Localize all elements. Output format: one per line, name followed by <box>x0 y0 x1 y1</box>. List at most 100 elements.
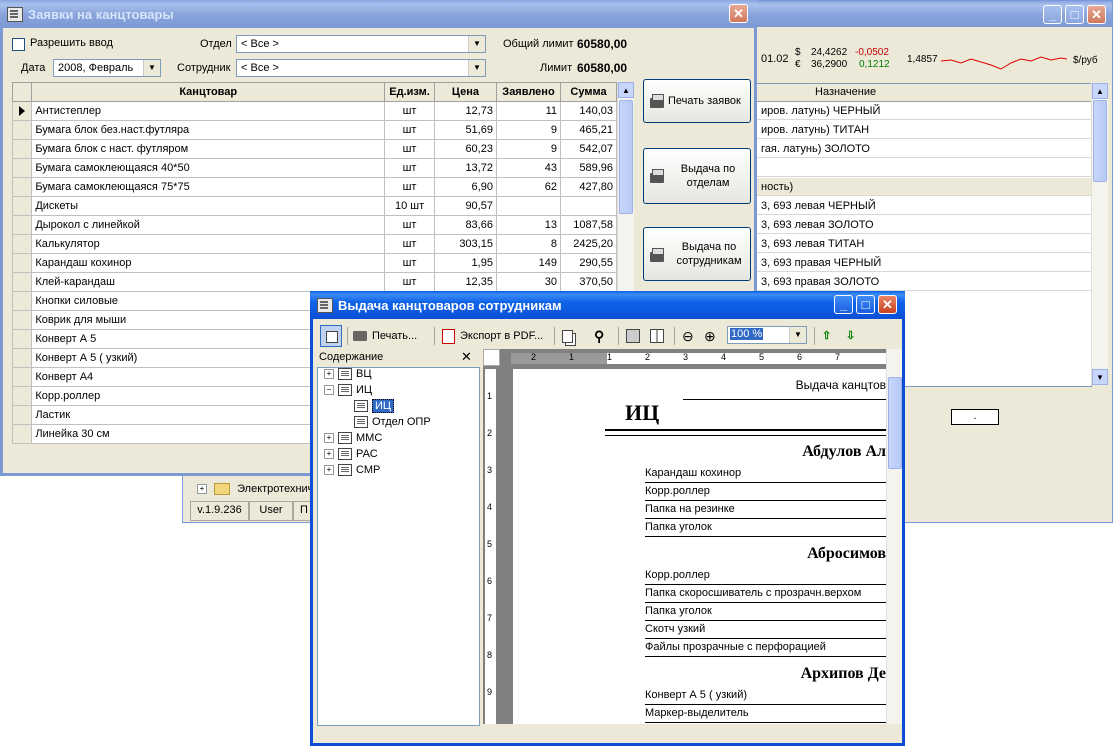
cell-sum[interactable]: 589,96 <box>560 158 617 178</box>
cell-price[interactable]: 12,73 <box>433 101 497 121</box>
cell-sum[interactable] <box>560 196 617 216</box>
issue-by-dept-button[interactable]: Выдача по отделам <box>643 148 751 204</box>
assign-scrollbar[interactable]: ▲ ▼ <box>1091 83 1108 385</box>
table-row[interactable]: Бумага самоклеющаяся 40*50 шт 13,72 43 589,9… <box>11 158 617 178</box>
list-item[interactable]: 3, 693 правая ЗОЛОТО <box>757 273 1091 291</box>
table-row[interactable]: Клей-карандаш шт 12,35 30 370,50 <box>11 272 617 292</box>
cell-item[interactable]: Антистеплер <box>31 101 386 121</box>
row-indicator[interactable] <box>11 329 33 349</box>
cell-price[interactable]: 1,95 <box>433 253 497 273</box>
col-sum[interactable]: Сумма <box>560 82 617 102</box>
cell-ordered[interactable]: 11 <box>495 101 562 121</box>
zoom-select[interactable]: 100 % ▼ <box>727 326 807 344</box>
preview-area[interactable]: 2 1 1 2 3 4 5 6 7 1 2 3 4 5 6 7 8 9 Выдача канцтов ИЦ Аб… <box>483 349 902 724</box>
row-indicator[interactable] <box>11 120 33 140</box>
list-item[interactable]: 3, 693 левая ЧЕРНЫЙ <box>757 197 1091 215</box>
orders-close-button[interactable]: ✕ <box>729 4 748 23</box>
small-field[interactable]: . <box>951 409 999 425</box>
chevron-down-icon[interactable]: ▼ <box>468 60 485 76</box>
scroll-up-icon[interactable]: ▲ <box>1092 83 1108 99</box>
cell-sum[interactable]: 2425,20 <box>560 234 617 254</box>
cell-sum[interactable]: 427,80 <box>560 177 617 197</box>
allow-input-checkbox[interactable] <box>12 38 25 51</box>
cell-unit[interactable]: шт <box>384 272 435 292</box>
tree-item[interactable]: + РАС <box>324 448 378 461</box>
cell-price[interactable]: 83,66 <box>433 215 497 235</box>
maximize-button[interactable]: □ <box>856 295 875 314</box>
table-row[interactable]: Дискеты 10 шт 90,57 <box>11 196 617 216</box>
list-item[interactable] <box>757 159 1091 177</box>
list-item[interactable]: 3, 693 левая ТИТАН <box>757 235 1091 253</box>
expand-icon[interactable]: + <box>324 369 334 380</box>
col-price[interactable]: Цена <box>433 82 497 102</box>
cell-unit[interactable]: шт <box>384 234 435 254</box>
table-row[interactable]: Калькулятор шт 303,15 8 2425,20 <box>11 234 617 254</box>
toggle-contents-button[interactable] <box>320 325 342 347</box>
minimize-button[interactable]: _ <box>834 295 853 314</box>
cell-sum[interactable]: 542,07 <box>560 139 617 159</box>
expand-icon[interactable]: + <box>324 433 334 444</box>
table-row[interactable]: Бумага самоклеющаяся 75*75 шт 6,90 62 427,80 <box>11 177 617 197</box>
row-indicator[interactable] <box>11 386 33 406</box>
cell-sum[interactable]: 1087,58 <box>560 215 617 235</box>
row-indicator[interactable] <box>11 215 33 235</box>
row-indicator[interactable] <box>11 310 33 330</box>
list-item[interactable]: иров. латунь) ТИТАН <box>757 121 1091 139</box>
row-indicator[interactable] <box>11 291 33 311</box>
chevron-down-icon[interactable]: ▼ <box>143 60 160 76</box>
cell-item[interactable]: Бумага самоклеющаяся 40*50 <box>31 158 386 178</box>
cell-ordered[interactable]: 13 <box>495 215 562 235</box>
table-row[interactable]: Бумага блок без.наст.футляра шт 51,69 9 465,… <box>11 120 617 140</box>
cell-item[interactable]: Калькулятор <box>31 234 386 254</box>
expand-icon[interactable]: + <box>324 449 334 460</box>
tree-item[interactable]: ИЦ <box>340 399 395 413</box>
minimize-button[interactable]: _ <box>1043 5 1062 24</box>
cell-item[interactable]: Бумага самоклеющаяся 75*75 <box>31 177 386 197</box>
preview-scrollbar[interactable] <box>886 349 902 724</box>
print-orders-button[interactable]: Печать заявок <box>643 79 751 123</box>
zoom-out-button[interactable]: ⊖ <box>682 325 694 347</box>
employee-select[interactable]: < Все > ▼ <box>236 59 486 77</box>
cell-unit[interactable]: шт <box>384 101 435 121</box>
row-indicator[interactable] <box>11 348 33 368</box>
row-indicator[interactable] <box>11 158 33 178</box>
scroll-down-icon[interactable]: ▼ <box>1092 369 1108 385</box>
chevron-down-icon[interactable]: ▼ <box>468 36 485 52</box>
next-page-button[interactable]: ⇩ <box>846 325 855 347</box>
row-indicator[interactable] <box>11 272 33 292</box>
row-indicator[interactable] <box>11 234 33 254</box>
close-contents-icon[interactable]: ✕ <box>461 349 472 365</box>
list-item[interactable]: ность) <box>757 178 1091 196</box>
cell-sum[interactable]: 140,03 <box>560 101 617 121</box>
col-item[interactable]: Канцтовар <box>31 82 386 102</box>
contents-tree[interactable]: + ВЦ − ИЦ ИЦ Отдел ОПР + ММС + РАС + СМР <box>317 367 480 726</box>
cell-ordered[interactable]: 30 <box>495 272 562 292</box>
row-indicator[interactable] <box>11 177 33 197</box>
cell-unit[interactable]: шт <box>384 139 435 159</box>
row-pointer-icon[interactable] <box>11 101 33 121</box>
col-ordered[interactable]: Заявлено <box>495 82 562 102</box>
zoom-in-button[interactable]: ⊕ <box>704 325 716 347</box>
cell-price[interactable]: 13,72 <box>433 158 497 178</box>
cell-sum[interactable]: 465,21 <box>560 120 617 140</box>
row-indicator[interactable] <box>11 196 33 216</box>
cell-unit[interactable]: шт <box>384 177 435 197</box>
tree-item[interactable]: Отдел ОПР <box>340 416 431 429</box>
col-unit[interactable]: Ед.изм. <box>384 82 435 102</box>
table-row[interactable]: Бумага блок с наст. футляром шт 60,23 9 542,… <box>11 139 617 159</box>
expand-icon[interactable]: − <box>324 385 334 396</box>
cell-ordered[interactable]: 149 <box>495 253 562 273</box>
cell-ordered[interactable]: 43 <box>495 158 562 178</box>
list-item[interactable]: 3, 693 правая ЧЕРНЫЙ <box>757 254 1091 272</box>
close-button[interactable]: ✕ <box>1087 5 1106 24</box>
tree-item-electro[interactable]: + Электротехниче <box>197 483 320 496</box>
row-indicator[interactable] <box>11 367 33 387</box>
dept-select[interactable]: < Все > ▼ <box>236 35 486 53</box>
date-select[interactable]: 2008, Февраль ▼ <box>53 59 161 77</box>
close-button[interactable]: ✕ <box>878 295 897 314</box>
cell-price[interactable]: 303,15 <box>433 234 497 254</box>
prev-page-button[interactable]: ⇧ <box>822 325 831 347</box>
cell-item[interactable]: Дырокол с линейкой <box>31 215 386 235</box>
cell-unit[interactable]: шт <box>384 253 435 273</box>
cell-sum[interactable]: 370,50 <box>560 272 617 292</box>
